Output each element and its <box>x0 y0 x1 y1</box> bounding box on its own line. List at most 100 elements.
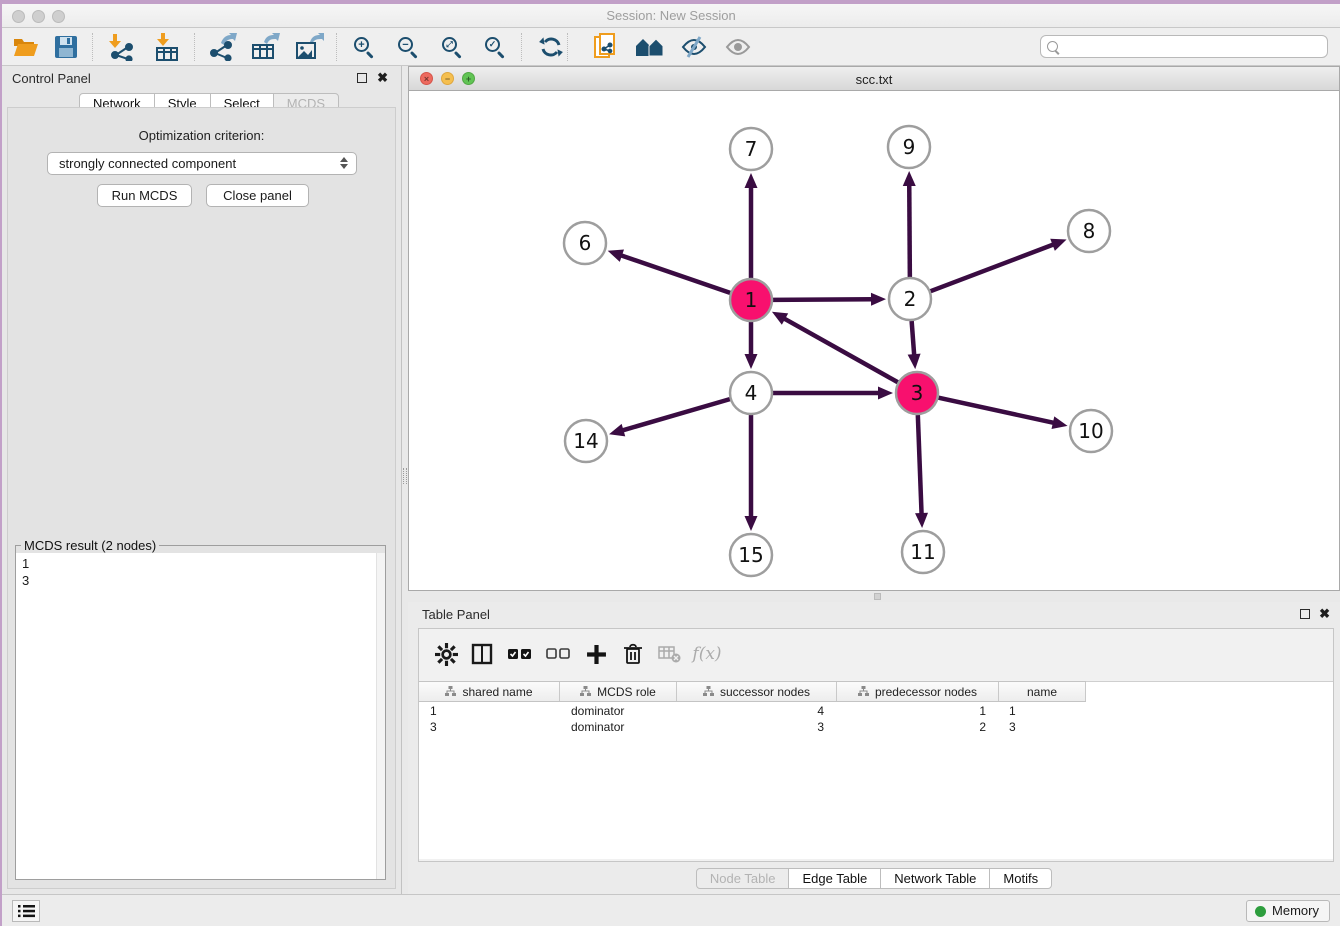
delete-table-icon <box>658 645 682 663</box>
delete-column-button[interactable] <box>618 639 648 669</box>
column-header-shared-name[interactable]: shared name <box>419 682 560 701</box>
import-network-button[interactable] <box>103 30 139 64</box>
graph-node-10[interactable]: 10 <box>1070 410 1112 452</box>
zoom-selected-icon: ✓ <box>484 36 506 58</box>
graph-edge-2-9[interactable] <box>909 184 910 277</box>
table-row[interactable]: 1dominator411 <box>419 703 1086 719</box>
table-cell[interactable]: 1 <box>999 703 1086 719</box>
select-all-columns-button[interactable] <box>505 639 535 669</box>
hide-selected-button[interactable] <box>676 30 712 64</box>
export-table-button[interactable] <box>247 30 283 64</box>
zoom-selected-button[interactable]: ✓ <box>477 30 513 64</box>
table-cell[interactable]: 1 <box>837 703 999 719</box>
float-panel-icon[interactable] <box>357 73 367 83</box>
export-image-button[interactable] <box>291 30 327 64</box>
table-settings-button[interactable] <box>431 639 461 669</box>
table-cell[interactable]: 4 <box>677 703 837 719</box>
zoom-fit-button[interactable]: ⤢ <box>434 30 470 64</box>
graph-edge-3-1[interactable] <box>783 318 898 382</box>
graph-node-3[interactable]: 3 <box>896 372 938 414</box>
columns-icon <box>471 643 493 665</box>
search-field[interactable] <box>1040 35 1328 58</box>
network-canvas[interactable]: 7 9 6 8 1 2 4 3 14 10 15 11 <box>408 91 1340 591</box>
graph-node-8[interactable]: 8 <box>1068 210 1110 252</box>
result-scrollbar[interactable] <box>376 553 385 879</box>
column-header-mcds-role[interactable]: MCDS role <box>560 682 677 701</box>
mcds-result-area[interactable]: 1 3 <box>16 553 385 879</box>
graph-node-9[interactable]: 9 <box>888 126 930 168</box>
attribute-type-icon <box>445 686 456 697</box>
table-cell[interactable]: 3 <box>999 719 1086 735</box>
memory-status-icon <box>1255 906 1266 917</box>
table-cell[interactable]: dominator <box>560 703 677 719</box>
graph-edge-2-8[interactable] <box>931 244 1055 291</box>
unselect-all-columns-button[interactable] <box>543 639 573 669</box>
svg-text:9: 9 <box>903 135 916 159</box>
graph-edge-3-10[interactable] <box>938 398 1054 423</box>
graph-edge-1-2[interactable] <box>773 299 873 300</box>
save-session-button[interactable] <box>48 30 84 64</box>
table-float-icon[interactable] <box>1300 609 1310 619</box>
column-panel-button[interactable] <box>467 639 497 669</box>
zoom-in-icon: + <box>353 36 375 58</box>
network-window-titlebar[interactable]: × − + scc.txt <box>408 66 1340 91</box>
table-cell[interactable]: 3 <box>677 719 837 735</box>
export-table-icon <box>250 33 280 61</box>
table-cell[interactable]: 2 <box>837 719 999 735</box>
table-cell[interactable]: dominator <box>560 719 677 735</box>
close-panel-icon[interactable]: ✖ <box>377 70 388 86</box>
resize-grip-icon[interactable] <box>874 593 881 600</box>
control-panel-header: Control Panel ✖ <box>2 66 401 92</box>
graph-edge-1-6[interactable] <box>620 255 730 293</box>
optimization-criterion-select[interactable]: strongly connected component <box>47 152 357 175</box>
graph-node-15[interactable]: 15 <box>730 534 772 576</box>
task-history-button[interactable] <box>12 900 40 922</box>
attribute-type-icon <box>703 686 714 697</box>
open-session-button[interactable] <box>8 30 44 64</box>
close-panel-button[interactable]: Close panel <box>206 184 309 207</box>
graph-edge-2-3[interactable] <box>912 321 915 356</box>
graph-node-6[interactable]: 6 <box>564 222 606 264</box>
graph-node-7[interactable]: 7 <box>730 128 772 170</box>
graph-edge-4-14[interactable] <box>622 399 730 431</box>
column-header-name[interactable]: name <box>999 682 1086 701</box>
column-header-predecessor-nodes[interactable]: predecessor nodes <box>837 682 999 701</box>
table-panel: Table Panel ✖ <box>408 602 1340 894</box>
graph-node-4[interactable]: 4 <box>730 372 772 414</box>
show-all-button[interactable] <box>720 30 756 64</box>
graph-node-11[interactable]: 11 <box>902 531 944 573</box>
new-network-from-selection-button[interactable] <box>588 30 624 64</box>
tab-network-table[interactable]: Network Table <box>880 868 990 889</box>
graph-node-1[interactable]: 1 <box>730 279 772 321</box>
table-cell[interactable]: 3 <box>419 719 560 735</box>
houses-icon <box>635 36 665 58</box>
column-header-successor-nodes[interactable]: successor nodes <box>677 682 837 701</box>
delete-table-button[interactable] <box>655 639 685 669</box>
search-input[interactable] <box>1058 39 1327 54</box>
tab-edge-table[interactable]: Edge Table <box>788 868 881 889</box>
graph-edge-3-11[interactable] <box>918 415 922 515</box>
table-row[interactable]: 3dominator323 <box>419 719 1086 735</box>
add-column-button[interactable] <box>581 639 611 669</box>
function-builder-button[interactable]: f(x) <box>687 639 727 669</box>
memory-button[interactable]: Memory <box>1246 900 1330 922</box>
tab-node-table[interactable]: Node Table <box>696 868 790 889</box>
refresh-view-button[interactable] <box>533 30 569 64</box>
network-window: × − + scc.txt 7 9 6 8 1 2 4 3 14 10 15 11 <box>408 66 1340 602</box>
toolbar-separator <box>336 33 337 61</box>
table-cell[interactable]: 1 <box>419 703 560 719</box>
graph-node-14[interactable]: 14 <box>565 420 607 462</box>
refresh-icon <box>539 35 563 59</box>
open-folder-icon <box>12 35 40 59</box>
zoom-out-button[interactable]: − <box>390 30 426 64</box>
graph-node-2[interactable]: 2 <box>889 278 931 320</box>
zoom-in-button[interactable]: + <box>346 30 382 64</box>
run-mcds-button[interactable]: Run MCDS <box>97 184 192 207</box>
first-neighbors-button[interactable] <box>632 30 668 64</box>
tab-motifs[interactable]: Motifs <box>989 868 1052 889</box>
import-table-button[interactable] <box>149 30 185 64</box>
mcds-panel: Optimization criterion: strongly connect… <box>7 107 396 889</box>
export-image-icon <box>294 33 324 61</box>
export-network-button[interactable] <box>204 30 240 64</box>
table-close-icon[interactable]: ✖ <box>1319 606 1330 622</box>
